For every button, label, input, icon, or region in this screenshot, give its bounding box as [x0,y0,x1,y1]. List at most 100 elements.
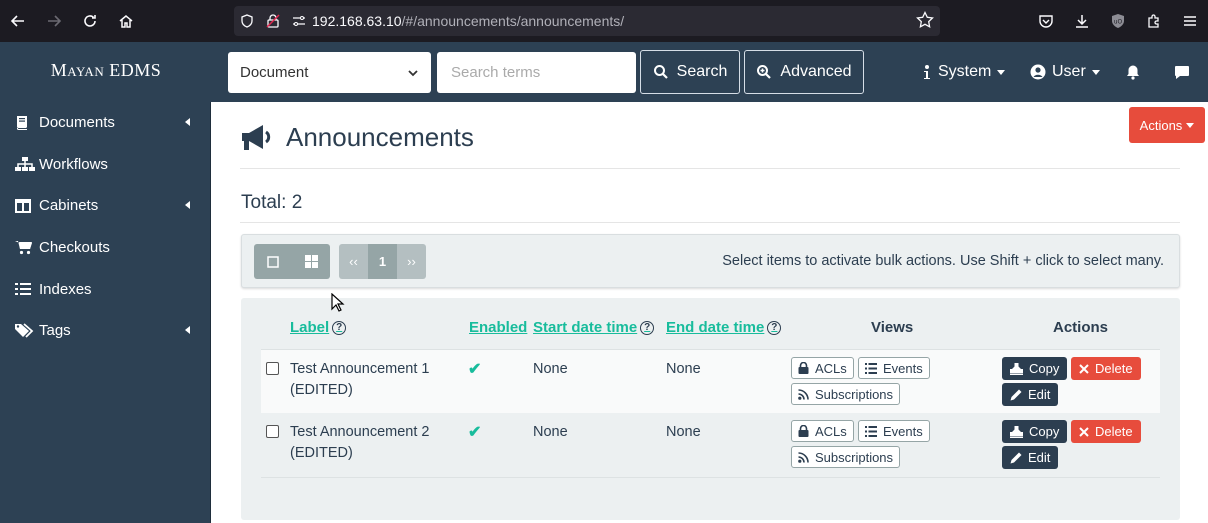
pagination-prev[interactable]: ‹‹ [339,244,368,279]
column-header-text: Start date time [533,319,638,336]
home-button[interactable] [108,0,144,42]
puzzle-icon [1148,14,1159,28]
reload-icon [84,15,96,27]
list-icon [865,362,877,374]
downloads-button[interactable] [1064,0,1100,42]
sidebar-item-indexes[interactable]: Indexes [0,268,210,310]
system-menu[interactable]: System [922,50,1006,94]
row-checkbox[interactable] [266,425,279,438]
edit-button[interactable]: Edit [1002,383,1059,406]
sidebar-item-cabinets[interactable]: Cabinets [0,185,210,227]
bulk-actions-bar: ‹‹ 1 ›› Select items to activate bulk ac… [241,234,1180,288]
grid-view-button[interactable] [292,244,330,279]
delete-button-label: Delete [1095,424,1133,439]
search-icon [653,65,668,79]
copy-button[interactable]: Copy [1002,420,1068,443]
bell-icon [1127,65,1139,80]
acls-button[interactable]: ACLs [791,420,854,442]
view-toggle [254,244,330,279]
column-header-text: Enabled [469,319,528,336]
menu-button[interactable] [1172,0,1208,42]
subscriptions-button-label: Subscriptions [815,386,894,402]
actions-dropdown-button[interactable]: Actions [1129,107,1205,143]
events-button-label: Events [883,360,923,376]
sidebar-item-checkouts[interactable]: Checkouts [0,227,210,269]
sidebar-item-tags[interactable]: Tags [0,310,210,352]
forward-button[interactable] [36,0,72,42]
acls-button[interactable]: ACLs [791,357,854,379]
sidebar-item-label: Checkouts [39,239,110,257]
lock-icon [798,362,809,374]
caret-left-icon [185,325,190,334]
rss-icon [798,388,809,400]
sidebar-item-label: Cabinets [39,197,99,215]
list-icon [15,282,37,296]
sidebar-item-documents[interactable]: Documents [0,102,210,144]
arrow-right-icon [48,15,62,27]
column-header-text: Views [871,319,914,336]
advanced-search-button[interactable]: Advanced [744,50,864,94]
messages-button[interactable] [1174,50,1190,94]
row-checkbox[interactable] [266,362,279,375]
list-view-button[interactable] [254,244,292,279]
subscriptions-button[interactable]: Subscriptions [791,383,901,405]
sidebar-item-label: Workflows [39,155,108,173]
search-scope-select[interactable]: Document [228,52,431,93]
back-button[interactable] [0,0,36,42]
column-header-label[interactable]: Label ? [290,319,347,336]
reload-button[interactable] [72,0,108,42]
row-label[interactable]: Test Announcement 1 (EDITED) [290,359,429,401]
search-input[interactable] [437,52,636,93]
edit-button[interactable]: Edit [1002,446,1059,469]
page-title: Announcements [240,122,474,153]
extensions-button[interactable] [1136,0,1172,42]
notifications-button[interactable] [1125,50,1141,94]
stamp-icon [1010,362,1023,375]
events-button[interactable]: Events [858,357,930,379]
table-row: Test Announcement 2 (EDITED) ✔ None None… [261,413,1160,476]
main-content: Actions Announcements Total: 2 ‹‹ 1 ›› S… [212,102,1208,523]
brand-logo[interactable]: Mayan EDMS [0,60,212,81]
column-header-text: Actions [1053,319,1109,336]
download-icon [1076,15,1088,28]
browser-toolbar: 192.168.63.10/#/announcements/announceme… [0,0,1208,42]
subscriptions-button[interactable]: Subscriptions [791,446,901,468]
search-button[interactable]: Search [640,50,740,94]
column-header-end[interactable]: End date time ? [666,319,782,336]
copy-button-label: Copy [1029,424,1060,439]
system-menu-label: System [938,63,992,80]
row-end-date: None [666,424,701,440]
column-header-enabled[interactable]: Enabled [469,319,527,336]
copy-button[interactable]: Copy [1002,357,1068,380]
pagination-page[interactable]: 1 [368,244,397,279]
delete-button[interactable]: Delete [1071,357,1141,380]
sidebar-item-label: Documents [39,114,115,132]
sidebar-item-workflows[interactable]: Workflows [0,144,210,186]
copy-button-label: Copy [1029,361,1060,376]
hamburger-icon [1184,16,1196,26]
total-count: Total: 2 [241,192,303,213]
pagination-next[interactable]: ›› [397,244,426,279]
bookmark-star-icon[interactable] [916,10,934,32]
column-header-start[interactable]: Start date time ? [533,319,655,336]
enabled-check-icon: ✔ [468,424,482,441]
grid-icon [304,255,318,268]
row-label-line: (EDITED) [290,445,353,461]
sidebar-item-label: Tags [39,322,71,340]
caret-down-icon [1091,69,1100,75]
cart-icon [15,240,37,255]
events-button[interactable]: Events [858,420,930,442]
row-divider [261,477,1160,478]
caret-left-icon [185,118,190,126]
address-bar[interactable]: 192.168.63.10/#/announcements/announceme… [234,6,940,36]
row-label[interactable]: Test Announcement 2 (EDITED) [290,422,429,464]
ublock-button[interactable]: uO [1100,0,1136,42]
row-label-line: (EDITED) [290,382,353,398]
shield-icon [234,14,260,28]
row-label-line: Test Announcement 1 [290,361,430,377]
user-menu[interactable]: User [1030,50,1100,94]
delete-button[interactable]: Delete [1071,420,1141,443]
search-button-label: Search [676,63,728,80]
pocket-button[interactable] [1028,0,1064,42]
ublock-icon: uO [1112,14,1124,28]
